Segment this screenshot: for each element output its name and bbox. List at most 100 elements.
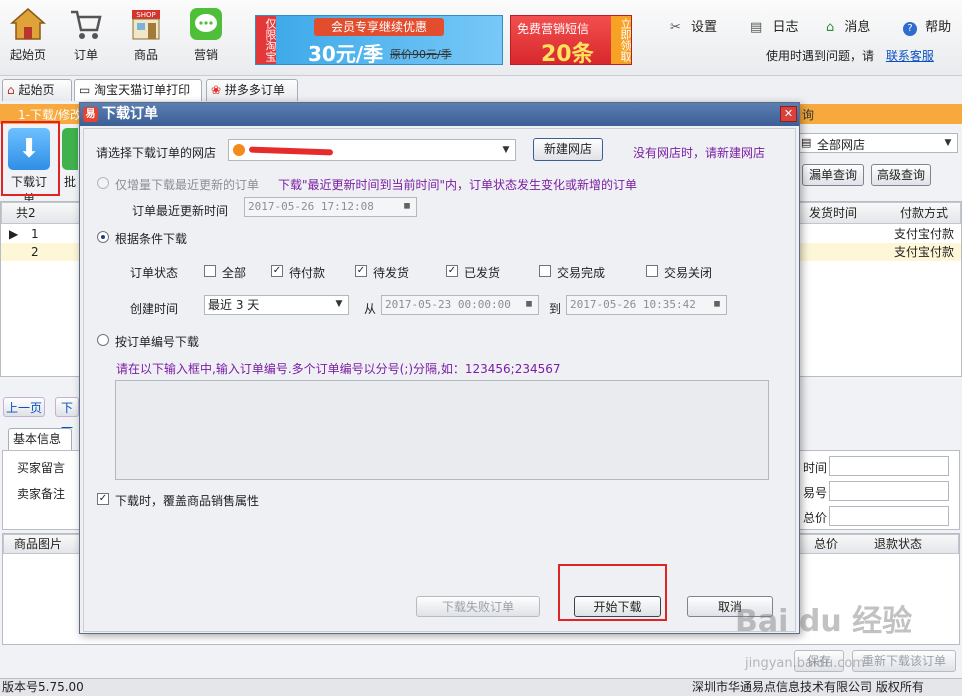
tab-start[interactable]: ⌂ 起始页 (2, 79, 72, 101)
status-shipped-checkbox[interactable]: ✓ (446, 265, 458, 277)
status-pending-payment-label: 待付款 (289, 266, 326, 280)
sms-banner-count: 20条 (541, 42, 594, 67)
download-failed-orders-button[interactable]: 下载失败订单 (416, 596, 540, 617)
help-button[interactable]: ? 帮助 (903, 16, 951, 36)
tab-basic-info[interactable]: 基本信息 (8, 428, 72, 450)
chevron-down-icon: ▼ (944, 138, 952, 148)
row-no: 1 (31, 227, 39, 241)
support-text: 使用时遇到问题，请 联系客服 (766, 47, 934, 64)
col-ship-time: 发货时间 (809, 206, 858, 220)
total-label: 总价 (803, 511, 828, 525)
help-label: 帮助 (925, 20, 952, 35)
from-datetime-field[interactable]: 2017-05-23 00:00:00 ▦ (381, 295, 539, 315)
settings-label: 设置 (691, 20, 718, 35)
message-icon: ⌂ (826, 20, 835, 35)
tab-taobao-print[interactable]: ▭ 淘宝天猫订单打印 (74, 79, 202, 101)
shop-label: 请选择下载订单的网店 (96, 146, 217, 160)
status-pending-shipment-checkbox[interactable]: ✓ (355, 265, 367, 277)
last-update-value: 2017-05-26 17:12:08 (248, 200, 374, 213)
highlight-start-download (558, 564, 667, 621)
batch-button[interactable]: 批 (62, 128, 78, 190)
help-icon: ? (903, 22, 917, 36)
shop-select[interactable]: ▤ 全部网店 ▼ (796, 133, 958, 153)
by-condition-radio[interactable] (97, 231, 109, 243)
baidu-watermark: Bai du 经验 (735, 604, 913, 639)
home-button[interactable]: 起始页 (0, 6, 56, 72)
by-number-hint: 请在以下输入框中,输入订单编号.多个订单编号以分号(;)分隔,如：123456;… (116, 362, 561, 376)
from-datetime-value: 2017-05-23 00:00:00 (385, 298, 511, 311)
calendar-icon: ▦ (404, 201, 410, 211)
row-payment: 支付宝付款 (894, 245, 955, 259)
col-total: 总价 (814, 537, 839, 551)
wechat-chat-icon (190, 8, 222, 40)
last-update-field[interactable]: 2017-05-26 17:12:08 ▦ (244, 197, 417, 217)
time-field[interactable] (829, 456, 949, 476)
status-completed-checkbox[interactable] (539, 265, 551, 277)
incremental-radio[interactable] (97, 177, 109, 189)
incremental-hint: 下载"最近更新时间到当前时间"内，订单状态发生变化或新增的订单 (278, 178, 638, 192)
contact-support-link[interactable]: 联系客服 (886, 49, 934, 63)
status-pending-payment-checkbox[interactable]: ✓ (271, 265, 283, 277)
created-time-label: 创建时间 (130, 302, 179, 316)
by-number-radio[interactable] (97, 334, 109, 346)
prev-page-button[interactable]: 上一页 (3, 397, 45, 417)
status-shipped-label: 已发货 (464, 266, 501, 280)
missed-query-button[interactable]: 漏单查询 (802, 164, 864, 186)
orders-button[interactable]: 订单 (58, 6, 114, 72)
member-promo-banner[interactable]: 仅限淘宝 会员专享继续优惠 30元/季 原价90元/季 (255, 15, 503, 66)
tools-icon: ✂ (670, 20, 681, 35)
new-shop-button[interactable]: 新建网店 (533, 138, 603, 161)
to-label: 到 (549, 302, 562, 316)
total-field[interactable] (829, 506, 949, 526)
company-text: 深圳市华通易点信息技术有限公司 版权所有 (692, 680, 924, 694)
sms-promo-banner[interactable]: 免费营销短信 20条 立即领取 (510, 15, 632, 67)
tab-pinduoduo-label: 拼多多订单 (224, 83, 285, 97)
incremental-option-label: 仅增量下载最近更新的订单 (115, 178, 260, 192)
status-all-checkbox[interactable] (204, 265, 216, 277)
cover-attributes-label: 下载时，覆盖商品销售属性 (115, 494, 260, 508)
next-page-button[interactable]: 下一 (55, 397, 79, 435)
status-all-label: 全部 (222, 266, 247, 280)
highlight-download-orders (1, 121, 60, 196)
close-icon[interactable]: ✕ (780, 106, 797, 122)
to-datetime-field[interactable]: 2017-05-26 10:35:42 ▦ (566, 295, 727, 315)
top-toolbar: 起始页 订单 SHOP 商品 营销 仅限淘宝 会员专享继续优惠 30元/季 原价… (0, 0, 962, 76)
status-label: 订单状态 (130, 266, 179, 280)
marketing-label: 营销 (193, 48, 218, 62)
log-button[interactable]: ▤ 日志 (750, 16, 798, 35)
orders-label: 订单 (73, 48, 98, 62)
banner-title: 会员专享继续优惠 (314, 18, 444, 36)
grid-count: 共2 (16, 206, 36, 220)
products-button[interactable]: SHOP 商品 (118, 6, 174, 72)
created-range-select[interactable]: 最近 3 天 ▼ (204, 295, 349, 315)
cover-attributes-checkbox[interactable]: ✓ (97, 493, 109, 505)
dialog-title: 下载订单 (102, 106, 158, 122)
shop-select-value: 全部网店 (817, 138, 866, 152)
from-label: 从 (364, 302, 377, 316)
message-button[interactable]: ⌂ 消息 (826, 16, 870, 35)
home-small-icon: ⌂ (7, 83, 15, 97)
banner-original-price: 原价90元/季 (390, 48, 452, 61)
status-closed-checkbox[interactable] (646, 265, 658, 277)
seller-note-label: 卖家备注 (17, 487, 66, 501)
last-update-label: 订单最近更新时间 (132, 204, 229, 218)
tab-pinduoduo[interactable]: ❀ 拼多多订单 (206, 79, 298, 101)
sms-banner-cta: 立即领取 (611, 16, 632, 64)
time-label: 时间 (803, 461, 828, 475)
advanced-query-button[interactable]: 高级查询 (871, 164, 931, 186)
order-number-textarea[interactable] (115, 380, 769, 480)
shop-dropdown[interactable]: ▼ (228, 139, 516, 161)
log-label: 日志 (772, 20, 799, 35)
tab-start-label: 起始页 (18, 83, 55, 97)
pinduoduo-icon: ❀ (211, 83, 222, 97)
buyer-message-label: 买家留言 (17, 461, 66, 475)
version-text: 版本号5.75.00 (2, 680, 84, 694)
col-product-image: 商品图片 (14, 537, 63, 551)
chevron-down-icon: ▼ (502, 145, 510, 155)
redownload-order-button[interactable]: 重新下载该订单 (852, 650, 956, 672)
number-field[interactable] (829, 481, 949, 501)
tab-basic-info-label: 基本信息 (13, 432, 62, 446)
settings-button[interactable]: ✂ 设置 (670, 16, 717, 35)
marketing-button[interactable]: 营销 (178, 6, 234, 72)
banner-price: 30元/季 (308, 42, 384, 66)
